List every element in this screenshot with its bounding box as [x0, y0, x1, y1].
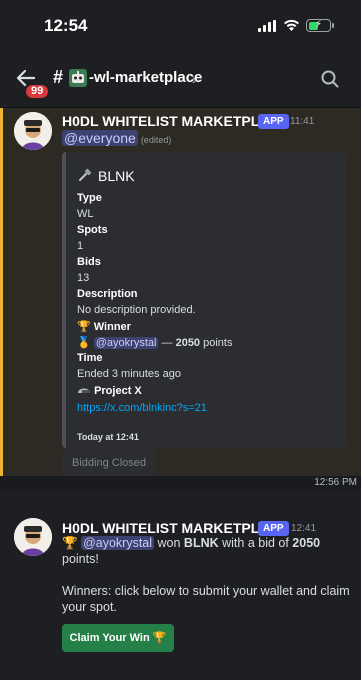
field-name-project: Project X: [77, 384, 142, 397]
message-timestamp: 12:41: [291, 523, 317, 534]
field-value-spots: 1: [77, 240, 84, 252]
message-body: 🏆 @ayokrystal won BLNK with a bid of 205…: [62, 535, 352, 615]
channel-name[interactable]: -wl-marketplace: [89, 69, 202, 86]
winner-points-suffix: points: [200, 337, 233, 349]
bid-amount: 2050: [292, 536, 321, 550]
message-timestamp: 11:41: [290, 116, 315, 127]
trophy-icon: 🏆: [62, 536, 78, 550]
field-name-winner: 🏆 Winner: [77, 321, 131, 333]
message-highlighted: H0DL WHITELIST MARKETPLACE APP 11:41 @ev…: [0, 108, 361, 477]
medal-icon: 🥇: [77, 337, 91, 349]
field-value-type: WL: [77, 208, 94, 220]
field-name-bids: Bids: [77, 256, 101, 268]
bidding-closed-button[interactable]: Bidding Closed: [62, 449, 156, 477]
channel-hash-icon: #: [53, 67, 64, 87]
bot-avatar[interactable]: [14, 112, 52, 150]
field-name-type: Type: [77, 192, 102, 204]
wifi-icon: [284, 19, 299, 31]
status-bar: 12:54 ⚡: [0, 0, 361, 52]
chevron-right-icon[interactable]: ›: [192, 71, 197, 87]
separator-time: 12:56 PM: [314, 477, 357, 488]
body-text: points!: [62, 552, 99, 566]
claim-your-win-button[interactable]: Claim Your Win 🏆: [62, 624, 174, 652]
field-value-bids: 13: [77, 272, 90, 284]
robot-emoji-icon: [69, 69, 87, 87]
mention-highlight-bar: [0, 108, 3, 476]
message-author[interactable]: H0DL WHITELIST MARKETPLACE: [62, 520, 289, 536]
hammer-icon: [79, 168, 92, 181]
embed-footer: Today at 12:41: [77, 432, 139, 442]
project-link[interactable]: https://x.com/blnkinc?s=21: [77, 402, 207, 414]
body-text: won: [154, 536, 184, 550]
app-badge: APP: [258, 114, 289, 129]
app-badge: APP: [258, 521, 289, 536]
bot-avatar[interactable]: [14, 518, 52, 556]
edited-label: (edited): [140, 135, 172, 145]
winner-mention[interactable]: @ayokrystal: [81, 536, 155, 550]
winner-dash: —: [158, 337, 176, 349]
time-separator: 12:56 PM: [0, 476, 361, 490]
field-value-time: Ended 3 minutes ago: [77, 368, 181, 380]
field-name-spots: Spots: [77, 224, 108, 236]
field-value-description: No description provided.: [77, 304, 196, 316]
body-text: with a bid of: [218, 536, 293, 550]
channel-header: 99 # -wl-marketplace ›: [0, 52, 361, 108]
project-label: Project X: [94, 385, 142, 397]
message-author[interactable]: H0DL WHITELIST MARKETPLACE: [62, 113, 289, 129]
search-icon[interactable]: [321, 70, 339, 88]
unread-badge: 99: [24, 83, 51, 100]
signal-icon: [258, 20, 276, 32]
battery-icon: ⚡: [306, 19, 334, 32]
winner-points: 2050: [175, 337, 201, 349]
everyone-line: @everyone (edited): [62, 130, 171, 146]
field-value-winner: 🥇 @ayokrystal — 2050 points: [77, 336, 232, 349]
helmet-icon: [78, 388, 90, 393]
embed-title: BLNK: [98, 168, 135, 184]
status-time: 12:54: [44, 16, 88, 35]
everyone-mention[interactable]: @everyone: [62, 130, 138, 146]
winner-mention[interactable]: @ayokrystal: [93, 337, 159, 349]
instructions-text: Winners: click below to submit your wall…: [62, 584, 350, 614]
auction-embed: BLNK Type WL Spots 1 Bids 13 Description…: [62, 152, 346, 448]
field-name-description: Description: [77, 288, 138, 300]
field-name-time: Time: [77, 352, 103, 364]
item-name: BLNK: [183, 536, 219, 550]
